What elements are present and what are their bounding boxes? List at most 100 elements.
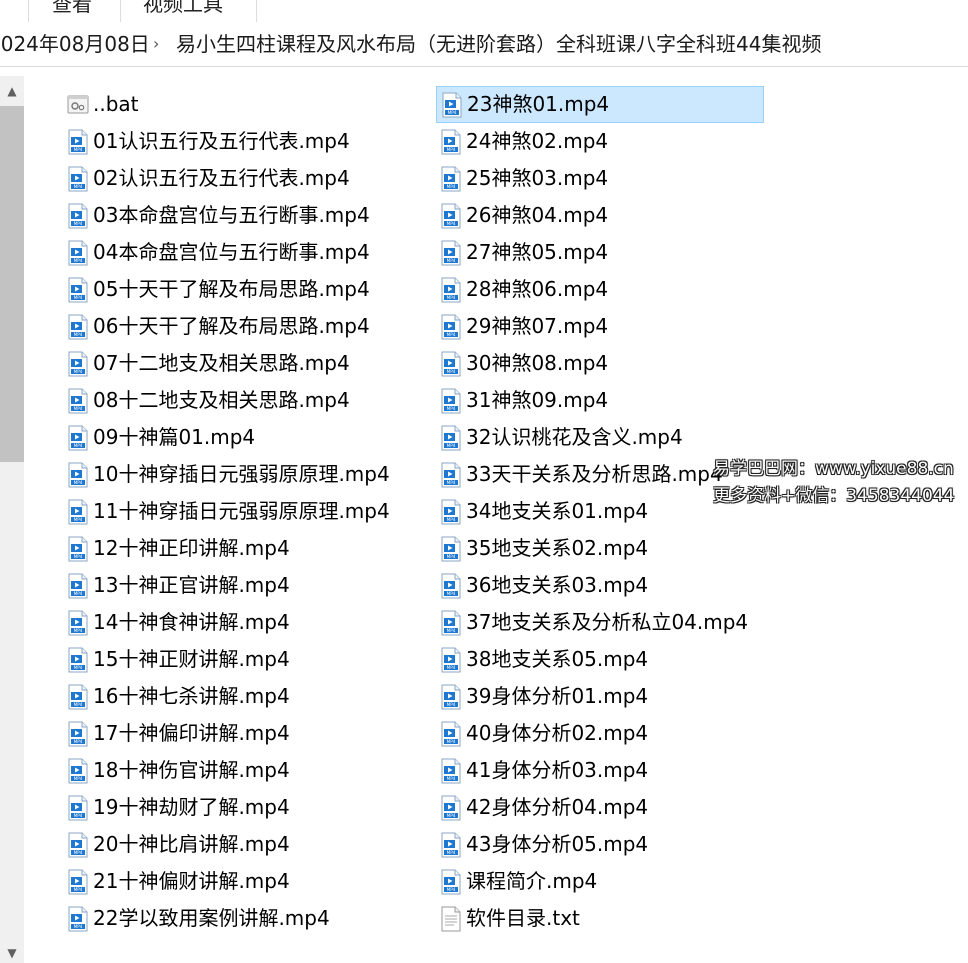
svg-text:MP4: MP4	[74, 147, 83, 152]
mp4-file-icon: MP4	[67, 869, 89, 895]
svg-text:MP4: MP4	[447, 332, 456, 337]
file-name: 19十神劫财了解.mp4	[93, 795, 290, 819]
mp4-file-icon: MP4	[67, 388, 89, 414]
file-item[interactable]: MP4 06十天干了解及布局思路.mp4	[64, 308, 414, 345]
file-name: 41身体分析03.mp4	[466, 758, 649, 782]
file-name: 16十神七杀讲解.mp4	[93, 684, 290, 708]
watermark-line-2: 更多资料+微信：3458344044	[713, 486, 955, 506]
file-item[interactable]: MP4 24神煞02.mp4	[436, 123, 764, 160]
file-item[interactable]: MP4 07十二地支及相关思路.mp4	[64, 345, 414, 382]
mp4-file-icon: MP4	[440, 425, 462, 451]
svg-text:MP4: MP4	[74, 702, 83, 707]
file-name: 25神煞03.mp4	[466, 166, 609, 190]
file-item[interactable]: ..bat	[64, 86, 414, 123]
file-item[interactable]: MP4 11十神穿插日元强弱原原理.mp4	[64, 493, 414, 530]
file-item[interactable]: MP4 32认识桃花及含义.mp4	[436, 419, 764, 456]
mp4-file-icon: MP4	[440, 758, 462, 784]
watermark: 易学巴巴网：www.yixue88.cn 更多资料+微信：3458344044	[713, 456, 968, 510]
svg-text:MP4: MP4	[74, 332, 83, 337]
file-item[interactable]: MP4 21十神偏财讲解.mp4	[64, 863, 414, 900]
svg-text:MP4: MP4	[74, 221, 83, 226]
file-item[interactable]: MP4 17十神偏印讲解.mp4	[64, 715, 414, 752]
svg-text:MP4: MP4	[74, 776, 83, 781]
svg-text:MP4: MP4	[74, 517, 83, 522]
svg-text:MP4: MP4	[447, 628, 456, 633]
file-name: 34地支关系01.mp4	[466, 499, 649, 523]
file-name: 31神煞09.mp4	[466, 388, 609, 412]
mp4-file-icon: MP4	[67, 536, 89, 562]
file-item[interactable]: MP4 02认识五行及五行代表.mp4	[64, 160, 414, 197]
mp4-file-icon: MP4	[440, 388, 462, 414]
file-item[interactable]: MP4 08十二地支及相关思路.mp4	[64, 382, 414, 419]
svg-text:MP4: MP4	[74, 480, 83, 485]
file-item[interactable]: MP4 38地支关系05.mp4	[436, 641, 764, 678]
mp4-file-icon: MP4	[67, 647, 89, 673]
file-item[interactable]: MP4 09十神篇01.mp4	[64, 419, 414, 456]
svg-text:MP4: MP4	[74, 813, 83, 818]
file-item[interactable]: MP4 05十天干了解及布局思路.mp4	[64, 271, 414, 308]
svg-text:MP4: MP4	[447, 554, 456, 559]
file-item[interactable]: MP4 40身体分析02.mp4	[436, 715, 764, 752]
mp4-file-icon: MP4	[440, 166, 462, 192]
file-name: 26神煞04.mp4	[466, 203, 609, 227]
mp4-file-icon: MP4	[67, 499, 89, 525]
file-item[interactable]: MP4 28神煞06.mp4	[436, 271, 764, 308]
svg-text:MP4: MP4	[74, 887, 83, 892]
file-item[interactable]: MP4 19十神劫财了解.mp4	[64, 789, 414, 826]
file-name: 30神煞08.mp4	[466, 351, 609, 375]
mp4-file-icon: MP4	[440, 129, 462, 155]
svg-text:MP4: MP4	[74, 406, 83, 411]
file-item[interactable]: MP4 29神煞07.mp4	[436, 308, 764, 345]
file-item[interactable]: MP4 15十神正财讲解.mp4	[64, 641, 414, 678]
svg-text:MP4: MP4	[447, 184, 456, 189]
svg-text:MP4: MP4	[74, 739, 83, 744]
file-item[interactable]: MP4 13十神正官讲解.mp4	[64, 567, 414, 604]
file-name: 01认识五行及五行代表.mp4	[93, 129, 350, 153]
file-item[interactable]: MP4 22学以致用案例讲解.mp4	[64, 900, 414, 937]
file-item[interactable]: MP4 35地支关系02.mp4	[436, 530, 764, 567]
file-item[interactable]: MP4 12十神正印讲解.mp4	[64, 530, 414, 567]
file-item[interactable]: MP4 31神煞09.mp4	[436, 382, 764, 419]
file-item[interactable]: MP4 03本命盘宫位与五行断事.mp4	[64, 197, 414, 234]
svg-text:MP4: MP4	[447, 147, 456, 152]
mp4-file-icon: MP4	[67, 425, 89, 451]
file-item[interactable]: MP4 43身体分析05.mp4	[436, 826, 764, 863]
file-item[interactable]: MP4 16十神七杀讲解.mp4	[64, 678, 414, 715]
file-item[interactable]: MP4 20十神比肩讲解.mp4	[64, 826, 414, 863]
mp4-file-icon: MP4	[67, 758, 89, 784]
file-item[interactable]: MP4 27神煞05.mp4	[436, 234, 764, 271]
mp4-file-icon: MP4	[67, 832, 89, 858]
file-item[interactable]: MP4 41身体分析03.mp4	[436, 752, 764, 789]
file-name: 02认识五行及五行代表.mp4	[93, 166, 350, 190]
svg-text:MP4: MP4	[447, 369, 456, 374]
file-item[interactable]: MP4 课程简介.mp4	[436, 863, 764, 900]
mp4-file-icon: MP4	[67, 277, 89, 303]
file-name: 39身体分析01.mp4	[466, 684, 649, 708]
file-item[interactable]: MP4 26神煞04.mp4	[436, 197, 764, 234]
file-name: 38地支关系05.mp4	[466, 647, 649, 671]
file-item[interactable]: MP4 36地支关系03.mp4	[436, 567, 764, 604]
file-item[interactable]: MP4 42身体分析04.mp4	[436, 789, 764, 826]
file-item[interactable]: MP4 37地支关系及分析私立04.mp4	[436, 604, 764, 641]
svg-text:MP4: MP4	[447, 813, 456, 818]
file-item[interactable]: 软件目录.txt	[436, 900, 764, 937]
file-name: 14十神食神讲解.mp4	[93, 610, 290, 634]
mp4-file-icon: MP4	[440, 869, 462, 895]
file-item[interactable]: MP4 39身体分析01.mp4	[436, 678, 764, 715]
file-name: 11十神穿插日元强弱原原理.mp4	[93, 499, 390, 523]
file-item[interactable]: MP4 18十神伤官讲解.mp4	[64, 752, 414, 789]
mp4-file-icon: MP4	[67, 240, 89, 266]
file-item[interactable]: MP4 10十神穿插日元强弱原原理.mp4	[64, 456, 414, 493]
mp4-file-icon: MP4	[440, 499, 462, 525]
file-name: 20十神比肩讲解.mp4	[93, 832, 290, 856]
file-item[interactable]: MP4 30神煞08.mp4	[436, 345, 764, 382]
file-item[interactable]: MP4 14十神食神讲解.mp4	[64, 604, 414, 641]
mp4-file-icon: MP4	[440, 721, 462, 747]
mp4-file-icon: MP4	[67, 314, 89, 340]
file-name: 36地支关系03.mp4	[466, 573, 649, 597]
file-item[interactable]: MP4 01认识五行及五行代表.mp4	[64, 123, 414, 160]
file-item[interactable]: MP4 04本命盘宫位与五行断事.mp4	[64, 234, 414, 271]
file-name: 35地支关系02.mp4	[466, 536, 649, 560]
file-item[interactable]: MP4 25神煞03.mp4	[436, 160, 764, 197]
file-item[interactable]: MP4 23神煞01.mp4	[436, 86, 764, 123]
